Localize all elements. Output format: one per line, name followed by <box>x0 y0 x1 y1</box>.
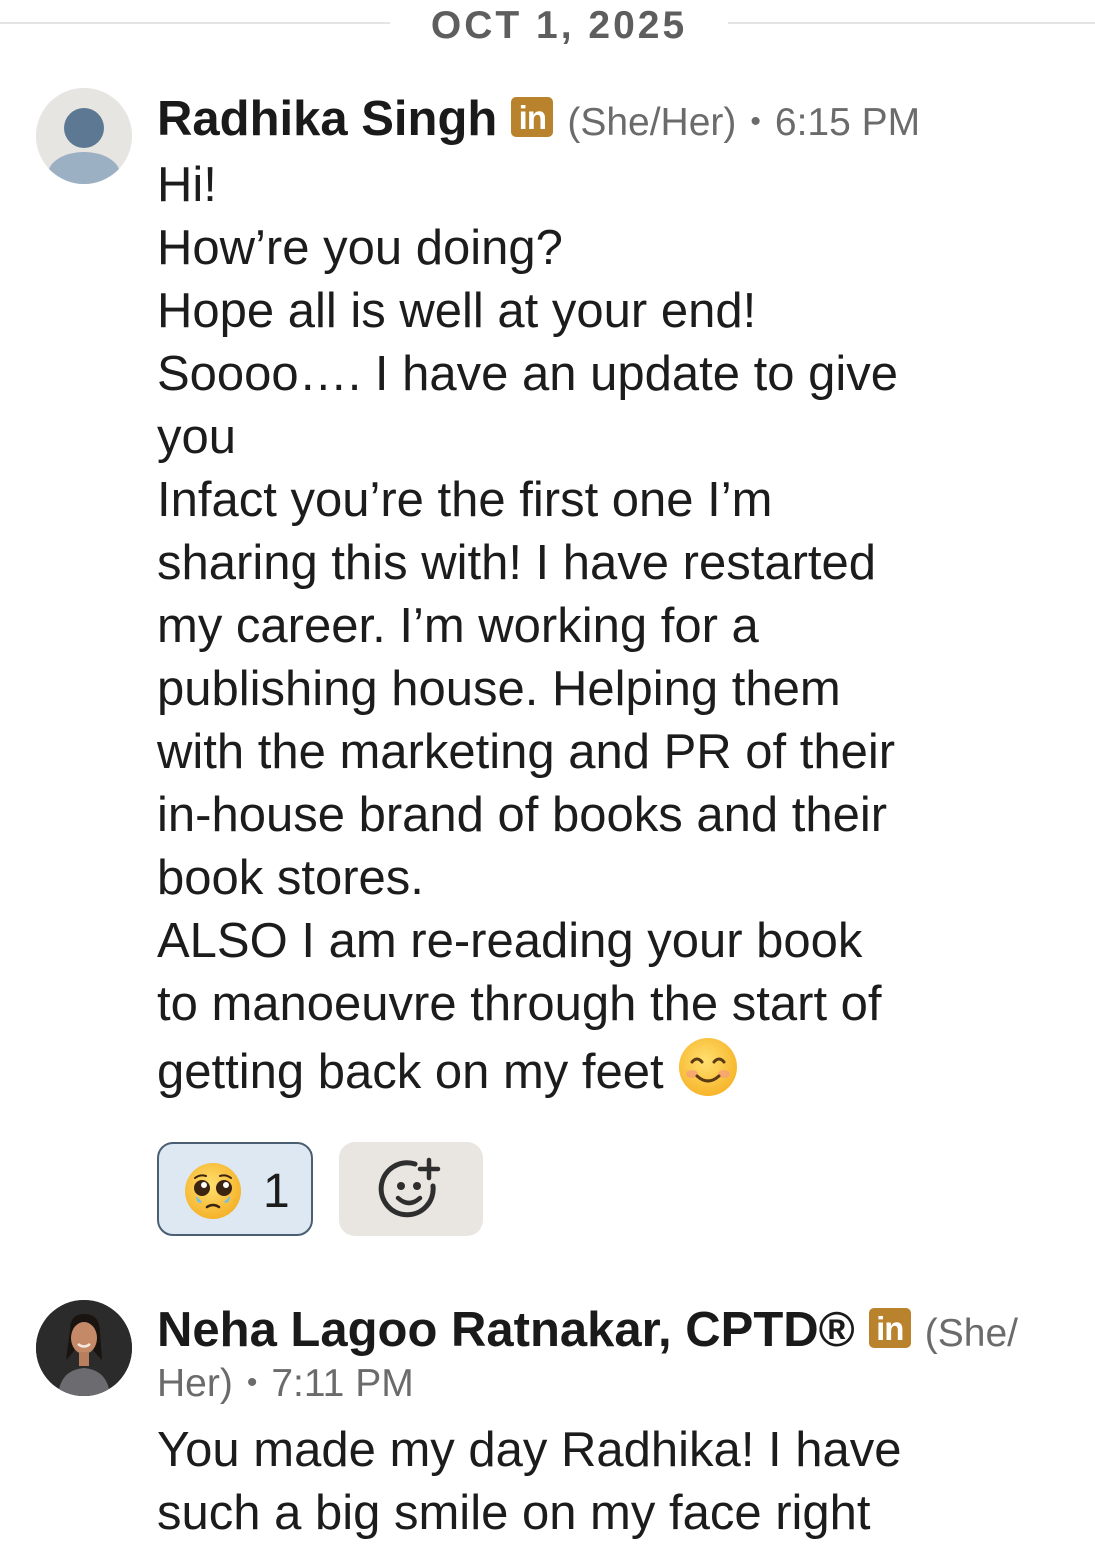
message-line: you <box>157 410 237 464</box>
message-line: Hi! <box>157 158 217 212</box>
message-line: Infact you’re the first one I’m <box>157 473 773 527</box>
date-label: OCT 1, 2025 <box>430 4 688 47</box>
message-body: Hi! How’re you doing? Hope all is well at … <box>157 154 1057 1114</box>
add-reaction-button[interactable] <box>339 1142 483 1236</box>
profile-photo-icon <box>36 1300 132 1396</box>
sender-name[interactable]: Radhika Singh <box>157 92 497 146</box>
message-header: Neha Lagoo Ratnakar, CPTD® in (She/ <box>157 1300 1057 1364</box>
message-line: getting back on my feet <box>157 1045 664 1099</box>
linkedin-premium-badge-icon: in <box>511 97 554 137</box>
divider-line-left <box>0 22 390 24</box>
date-divider: OCT 1, 2025 <box>0 0 1095 52</box>
message-time: 7:11 PM <box>271 1362 414 1405</box>
sender-pronouns: (She/ <box>924 1312 1018 1355</box>
avatar[interactable] <box>36 1300 132 1396</box>
message-body: You made my day Radhika! I have such a bi… <box>157 1419 1057 1545</box>
smiling-face-icon <box>677 1036 739 1114</box>
message-line: book stores. <box>157 851 424 905</box>
sender-pronouns-continued: Her) <box>157 1362 233 1405</box>
message-meta: Her) • 7:11 PM <box>157 1358 1057 1409</box>
separator-dot: • <box>246 1366 258 1399</box>
message-line: publishing house. Helping them <box>157 662 841 716</box>
separator-dot: • <box>750 105 761 138</box>
message-line: ALSO I am re-reading your book <box>157 914 863 968</box>
message-line: such a big smile on my face right <box>157 1486 871 1540</box>
message-line: How’re you doing? <box>157 221 563 275</box>
sender-pronouns: (She/Her) <box>567 101 737 144</box>
linkedin-premium-badge-icon: in <box>868 1308 911 1348</box>
message-line: to manoeuvre through the start of <box>157 977 882 1031</box>
message-line: my career. I’m working for a <box>157 599 759 653</box>
reaction-count: 1 <box>263 1165 290 1218</box>
pleading-face-icon <box>183 1161 243 1226</box>
reaction-pill[interactable]: 1 <box>157 1142 313 1236</box>
message-line: You made my day Radhika! I have <box>157 1423 902 1477</box>
avatar-placeholder[interactable] <box>36 88 132 184</box>
sender-name[interactable]: Neha Lagoo Ratnakar, CPTD® <box>157 1303 855 1357</box>
message-line-last: getting back on my feet <box>157 1036 1057 1114</box>
message-line: Hope all is well at your end! <box>157 284 757 338</box>
message-line: in-house brand of books and their <box>157 788 888 842</box>
divider-line-right <box>728 22 1095 24</box>
add-reaction-icon <box>377 1156 445 1229</box>
message-line: Soooo…. I have an update to give <box>157 347 898 401</box>
message-time: 6:15 PM <box>774 101 921 144</box>
message-header: Radhika Singh in (She/Her) • 6:15 PM <box>157 88 1057 154</box>
default-person-icon <box>36 88 132 184</box>
message-line: sharing this with! I have restarted <box>157 536 877 590</box>
message-line: with the marketing and PR of their <box>157 725 896 779</box>
